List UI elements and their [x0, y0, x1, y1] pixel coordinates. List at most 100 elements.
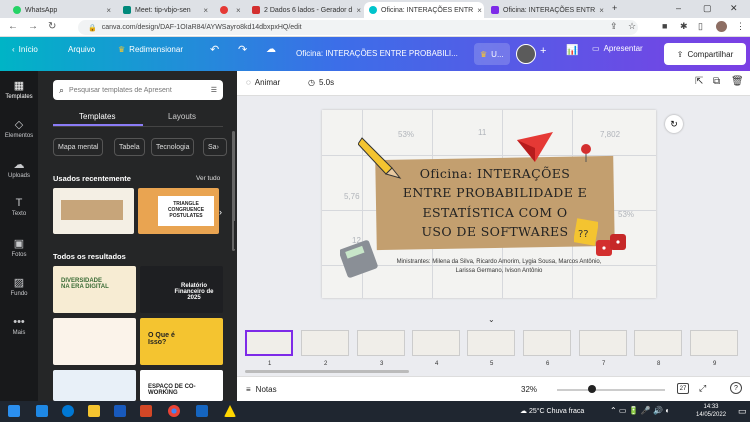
word-icon[interactable] — [114, 405, 126, 417]
team-button[interactable]: ♛ U... — [474, 43, 510, 65]
home-button[interactable]: ‹ Início — [12, 45, 38, 54]
minimize-icon[interactable]: – — [676, 3, 681, 13]
close-tab-icon[interactable]: × — [236, 6, 241, 15]
result-template-6[interactable]: ESPAÇO DE CO-WORKING — [140, 370, 223, 401]
page-thumbnail[interactable] — [301, 330, 349, 356]
zoom-slider-track[interactable] — [557, 389, 665, 391]
result-template-5[interactable] — [53, 370, 136, 401]
app-icon[interactable] — [196, 405, 208, 417]
present-button[interactable]: ▭ Apresentar — [592, 44, 643, 53]
close-tab-icon[interactable]: × — [203, 6, 208, 15]
undo-icon[interactable]: ↶ — [210, 43, 219, 56]
page-thumbnail[interactable] — [357, 330, 405, 356]
recent-template-1[interactable] — [53, 188, 134, 234]
weather-widget[interactable]: ☁ 25°C Chuva fraca — [520, 407, 584, 415]
result-template-1[interactable]: DIVERSIDADE NA ERA DIGITAL — [53, 266, 136, 313]
page-thumbnail[interactable] — [245, 330, 293, 356]
notifications-icon[interactable]: ▭ — [738, 406, 747, 417]
close-tab-icon[interactable]: × — [599, 6, 604, 15]
browser-tab[interactable]: Oficina: INTERAÇÕES ENTR × — [486, 2, 606, 18]
page-thumbnail[interactable] — [467, 330, 515, 356]
filmstrip-scrollbar[interactable] — [245, 370, 409, 373]
share-page-icon[interactable]: ⇪ — [610, 21, 618, 32]
see-all-link[interactable]: Ver tudo — [196, 175, 220, 182]
zoom-level[interactable]: 32% — [521, 385, 537, 394]
mail-app-icon[interactable] — [36, 405, 48, 417]
back-icon[interactable]: ← — [8, 21, 18, 32]
page-thumbnail[interactable] — [523, 330, 571, 356]
browser-tab[interactable]: Meet: tip-vbjo-sen × — [118, 2, 213, 18]
cloud-saved-icon[interactable]: ☁ — [266, 44, 276, 55]
rail-item-templates[interactable]: ▦ Templates — [0, 79, 38, 100]
new-tab-button[interactable]: + — [612, 3, 617, 13]
close-tab-icon[interactable]: × — [106, 6, 111, 15]
chip-mind-map[interactable]: Mapa mental — [53, 138, 104, 156]
recent-template-2[interactable]: TRIANGLE CONGRUENCE POSTULATES — [138, 188, 219, 234]
maximize-icon[interactable]: ▢ — [703, 3, 712, 14]
rail-item-elements[interactable]: ◇ Elementos — [0, 118, 38, 139]
system-tray-icons[interactable]: ⌃ ▭ 🔋 🎤 🔊 ◐ — [610, 406, 670, 415]
rail-item-more[interactable]: ••• Mais — [0, 316, 38, 336]
template-search-input[interactable]: ⌕ Pesquisar templates de Apresent ☰ — [53, 80, 223, 100]
filter-icon[interactable]: ☰ — [211, 86, 217, 94]
redo-icon[interactable]: ↷ — [238, 43, 247, 56]
delete-page-icon[interactable]: 🗑 — [731, 76, 744, 87]
url-input[interactable]: 🔒 canva.com/design/DAF-1OIaR84/AYWSayro8k… — [78, 20, 638, 35]
chip-technology[interactable]: Tecnologia — [151, 138, 195, 156]
extension-icon[interactable]: ■ — [662, 21, 667, 31]
rail-item-background[interactable]: ▨ Fundo — [0, 276, 38, 297]
insights-icon[interactable]: 📊 — [566, 45, 578, 56]
slide-canvas[interactable]: 53% 7,802 5,76 53% 12 11 Oficina: INTERA… — [322, 110, 656, 298]
page-thumbnail[interactable] — [579, 330, 627, 356]
add-page-icon[interactable]: ⇱ — [695, 76, 703, 87]
browser-tab-active[interactable]: Oficina: INTERAÇÕES ENTR × — [364, 2, 484, 18]
carousel-next-icon[interactable]: › — [219, 207, 222, 217]
zoom-slider-knob[interactable] — [587, 385, 596, 393]
windows-start-icon[interactable] — [8, 405, 20, 417]
clock[interactable]: 14:33 14/05/2022 — [696, 403, 726, 419]
duration-button[interactable]: ◷ 5.0s — [308, 78, 334, 87]
chip-more[interactable]: Sa › — [203, 138, 227, 156]
tab-templates[interactable]: Templates — [79, 112, 115, 121]
design-title[interactable]: Oficina: INTERAÇÕES ENTRE PROBABILI... — [296, 49, 458, 58]
refresh-suggestion-icon[interactable]: ↻ — [665, 115, 683, 133]
tab-layouts[interactable]: Layouts — [168, 112, 196, 121]
puzzle-icon[interactable]: ✱ — [680, 21, 688, 32]
bookmark-star-icon[interactable]: ☆ — [628, 21, 636, 32]
page-thumbnail[interactable] — [690, 330, 738, 356]
forward-icon[interactable]: → — [28, 21, 38, 32]
page-count[interactable]: 27 — [677, 383, 689, 394]
edge-icon[interactable] — [62, 405, 74, 417]
page-thumbnail[interactable] — [634, 330, 682, 356]
file-menu-button[interactable]: Arquivo — [68, 45, 95, 54]
close-tab-icon[interactable]: × — [356, 6, 361, 15]
result-template-2[interactable]: Relatório Financeiro de 2025 — [140, 266, 223, 313]
close-window-icon[interactable]: ✕ — [730, 3, 738, 14]
animate-button[interactable]: ◌ Animar — [246, 78, 280, 87]
page-thumbnail[interactable] — [412, 330, 460, 356]
duplicate-page-icon[interactable]: ⧉ — [713, 76, 720, 87]
reload-icon[interactable]: ↻ — [48, 21, 56, 32]
fullscreen-icon[interactable]: ⤢ — [699, 383, 706, 394]
user-avatar[interactable] — [516, 44, 536, 64]
add-collaborator-icon[interactable]: + — [540, 45, 546, 57]
chrome-icon[interactable] — [168, 405, 180, 417]
profile-avatar[interactable] — [716, 21, 727, 32]
help-icon[interactable]: ? — [730, 382, 742, 394]
browser-tab[interactable]: 2 Dados 6 lados - Gerador d × — [247, 2, 362, 18]
powerpoint-icon[interactable] — [140, 405, 152, 417]
window-icon[interactable]: ▯ — [698, 21, 703, 32]
result-template-3[interactable] — [53, 318, 136, 365]
share-button[interactable]: ⇪ Compartilhar — [664, 43, 746, 65]
chip-table[interactable]: Tabela — [114, 138, 145, 156]
chrome-menu-icon[interactable]: ⋮ — [736, 21, 745, 32]
browser-tab[interactable]: WhatsApp × — [8, 2, 116, 18]
rail-item-photos[interactable]: ▣ Fotos — [0, 237, 38, 258]
rail-item-uploads[interactable]: ☁ Uploads — [0, 158, 38, 179]
warning-app-icon[interactable] — [224, 405, 236, 417]
resize-button[interactable]: ♛ Redimensionar — [118, 45, 183, 54]
close-tab-icon[interactable]: × — [477, 6, 482, 15]
browser-tab[interactable]: × — [215, 2, 245, 18]
notes-button[interactable]: ≡ Notas — [246, 385, 277, 394]
rail-item-text[interactable]: T Texto — [0, 197, 38, 217]
